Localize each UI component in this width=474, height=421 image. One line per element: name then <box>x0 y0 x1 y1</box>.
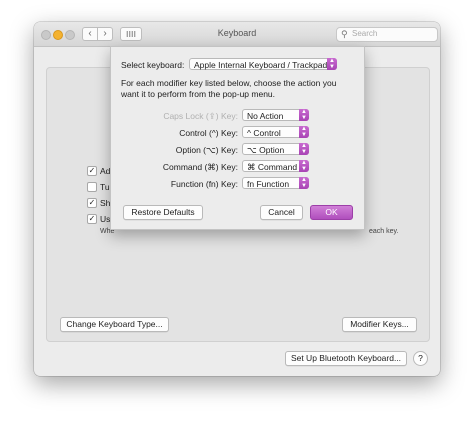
option-key-select[interactable]: ⌥ Option ▲ ▼ <box>242 143 309 155</box>
function-key-label: Function (fn) Key: <box>170 179 238 189</box>
modifier-keys-sheet: Select keyboard: Apple Internal Keyboard… <box>110 46 365 230</box>
option-key-value: ⌥ Option <box>247 145 285 155</box>
updown-arrow-icon: ▲ ▼ <box>299 177 309 189</box>
change-keyboard-type-button[interactable]: Change Keyboard Type... <box>60 317 169 332</box>
caps-lock-key-label: Caps Lock (⇪) Key: <box>163 111 238 121</box>
modifier-keys-button[interactable]: Modifier Keys... <box>342 317 417 332</box>
control-key-select[interactable]: ^ Control ▲ ▼ <box>242 126 309 138</box>
command-key-select[interactable]: ⌘ Command ▲ ▼ <box>242 160 309 172</box>
updown-arrow-icon: ▲ ▼ <box>299 109 309 121</box>
checkbox-adjust[interactable]: ✓ <box>87 166 97 176</box>
updown-arrow-icon: ▲ ▼ <box>299 126 309 138</box>
checkbox-turn[interactable] <box>87 182 97 192</box>
updown-arrow-icon: ▲ ▼ <box>327 58 337 70</box>
description-line-2: want it to perform from the pop-up menu. <box>121 89 276 99</box>
checkbox-use[interactable]: ✓ <box>87 214 97 224</box>
control-key-value: ^ Control <box>247 128 281 138</box>
option-key-label: Option (⌥) Key: <box>175 145 238 155</box>
set-up-bluetooth-keyboard-button[interactable]: Set Up Bluetooth Keyboard... <box>285 351 407 366</box>
description-line-1: For each modifier key listed below, choo… <box>121 78 337 88</box>
help-button[interactable]: ? <box>413 351 428 366</box>
use-subtext-right: each key. <box>369 228 399 235</box>
title-bar: ‹ › Keyboard ⚲ Search <box>34 22 440 47</box>
command-key-label: Command (⌘) Key: <box>162 162 238 172</box>
command-key-value: ⌘ Command <box>247 162 298 172</box>
updown-arrow-icon: ▲ ▼ <box>299 160 309 172</box>
search-placeholder: Search <box>352 29 378 38</box>
updown-arrow-icon: ▲ ▼ <box>299 143 309 155</box>
function-key-value: fn Function <box>247 179 290 189</box>
checkbox-show[interactable]: ✓ <box>87 198 97 208</box>
caps-lock-key-select[interactable]: No Action ▲ ▼ <box>242 109 309 121</box>
cancel-button[interactable]: Cancel <box>260 205 303 220</box>
control-key-label: Control (^) Key: <box>179 128 238 138</box>
function-key-select[interactable]: fn Function ▲ ▼ <box>242 177 309 189</box>
ok-button[interactable]: OK <box>310 205 353 220</box>
caps-lock-key-value: No Action <box>247 111 284 121</box>
select-keyboard-label: Select keyboard: <box>121 60 185 70</box>
keyboard-select[interactable]: Apple Internal Keyboard / Trackpad ▲ ▼ <box>189 58 337 70</box>
search-field[interactable]: ⚲ Search <box>336 27 438 42</box>
restore-defaults-button[interactable]: Restore Defaults <box>123 205 203 220</box>
keyboard-select-value: Apple Internal Keyboard / Trackpad <box>194 60 328 70</box>
search-icon: ⚲ <box>341 29 348 39</box>
